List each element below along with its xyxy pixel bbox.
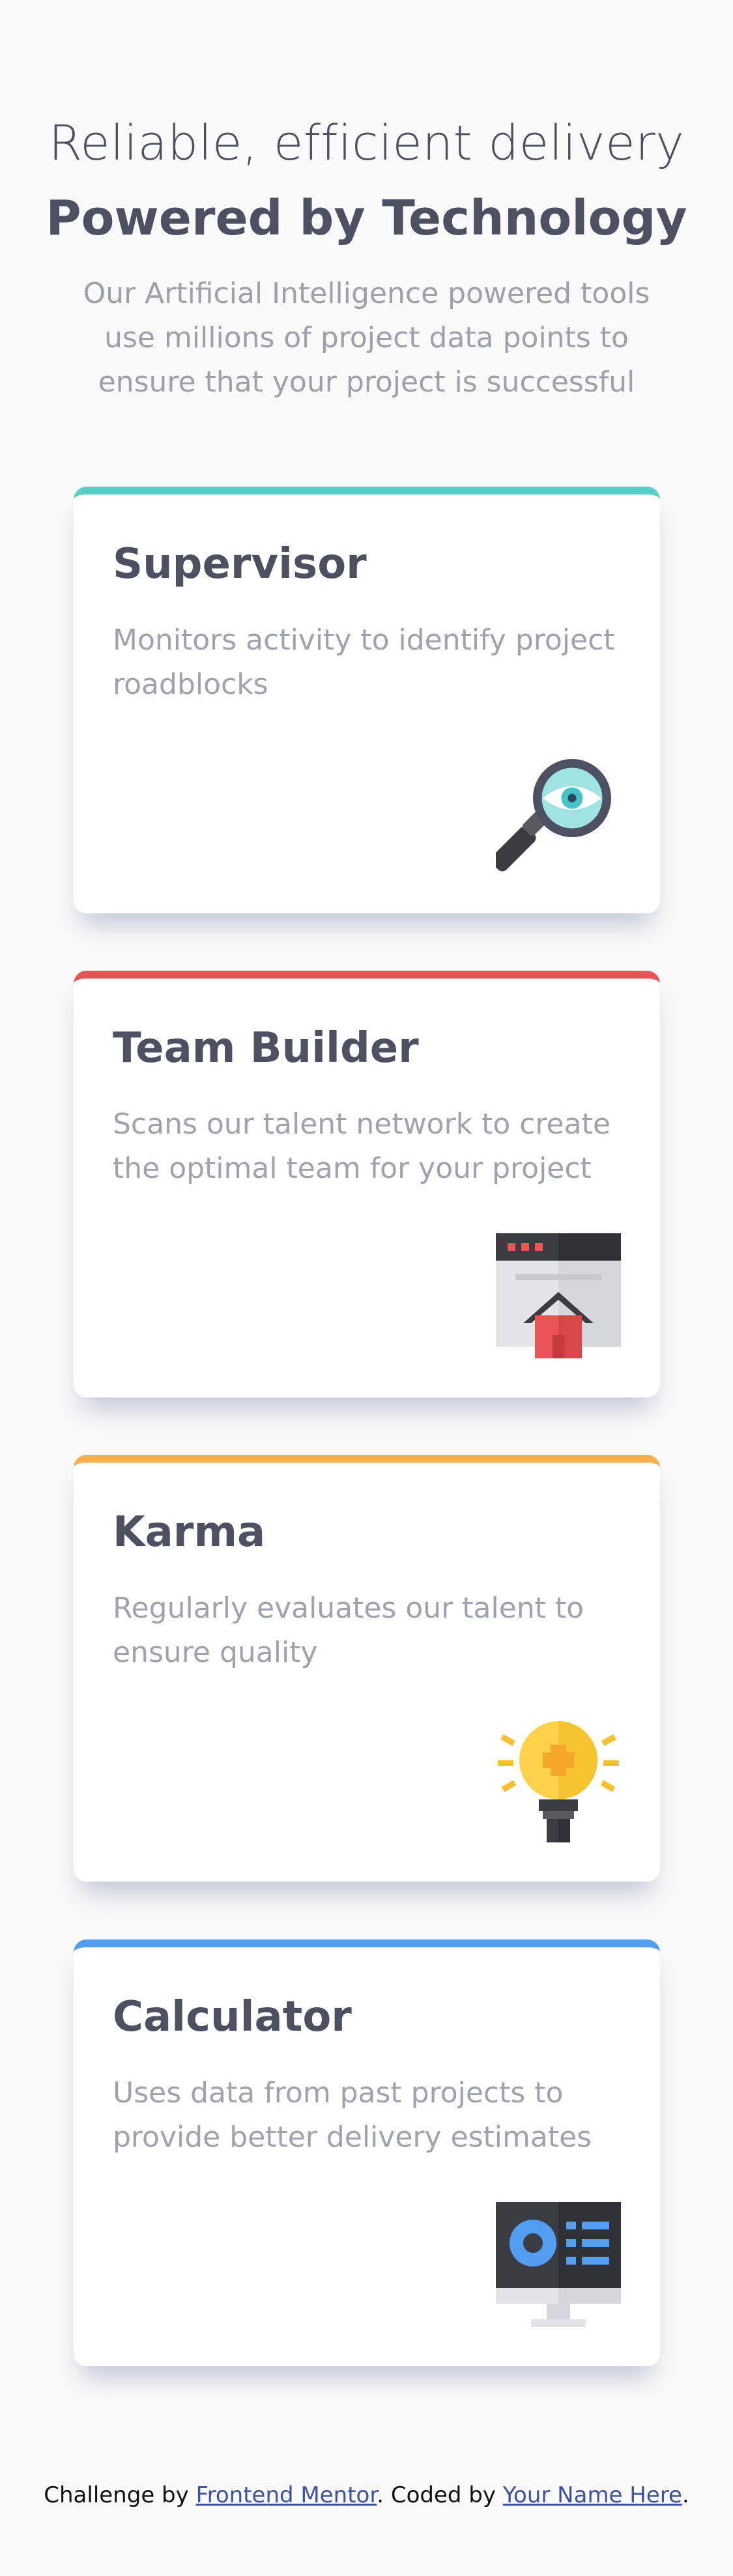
card-title: Supervisor xyxy=(113,540,367,588)
magnifier-eye-icon xyxy=(496,759,611,872)
card-description: Regularly evaluates our talent to ensure… xyxy=(113,1592,584,1670)
attribution-footer: Challenge by Frontend Mentor. Coded by Y… xyxy=(0,2482,733,2508)
card-title: Karma xyxy=(113,1508,266,1556)
author-link[interactable]: Your Name Here xyxy=(503,2482,682,2508)
card-calculator: Calculator Uses data from past projects … xyxy=(74,1939,660,2366)
frontend-mentor-link[interactable]: Frontend Mentor xyxy=(196,2482,377,2508)
card-team-builder: Team Builder Scans our talent network to… xyxy=(74,971,660,1397)
browser-house-icon xyxy=(496,1233,621,1358)
page-header: Reliable, efficient delivery Powered by … xyxy=(0,117,733,405)
card-supervisor: Supervisor Monitors activity to identify… xyxy=(74,487,660,913)
card-description: Monitors activity to identify project ro… xyxy=(113,623,615,702)
card-karma: Karma Regularly evaluates our talent to … xyxy=(74,1455,660,1882)
attribution-suffix: . xyxy=(682,2482,689,2508)
card-description: Uses data from past projects to provide … xyxy=(113,2076,592,2154)
card-title: Team Builder xyxy=(113,1024,419,1072)
card-title: Calculator xyxy=(113,1993,352,2041)
attribution-middle: . Coded by xyxy=(377,2482,503,2508)
monitor-calculator-icon xyxy=(496,2202,621,2327)
lightbulb-icon xyxy=(498,1721,619,1842)
attribution-prefix: Challenge by xyxy=(44,2482,196,2508)
headline-light: Reliable, efficient delivery xyxy=(48,115,685,171)
headline-bold: Powered by Technology xyxy=(46,190,687,247)
header-subtitle: Our Artificial Intelligence powered tool… xyxy=(83,276,650,399)
card-description: Scans our talent network to create the o… xyxy=(113,1108,611,1186)
